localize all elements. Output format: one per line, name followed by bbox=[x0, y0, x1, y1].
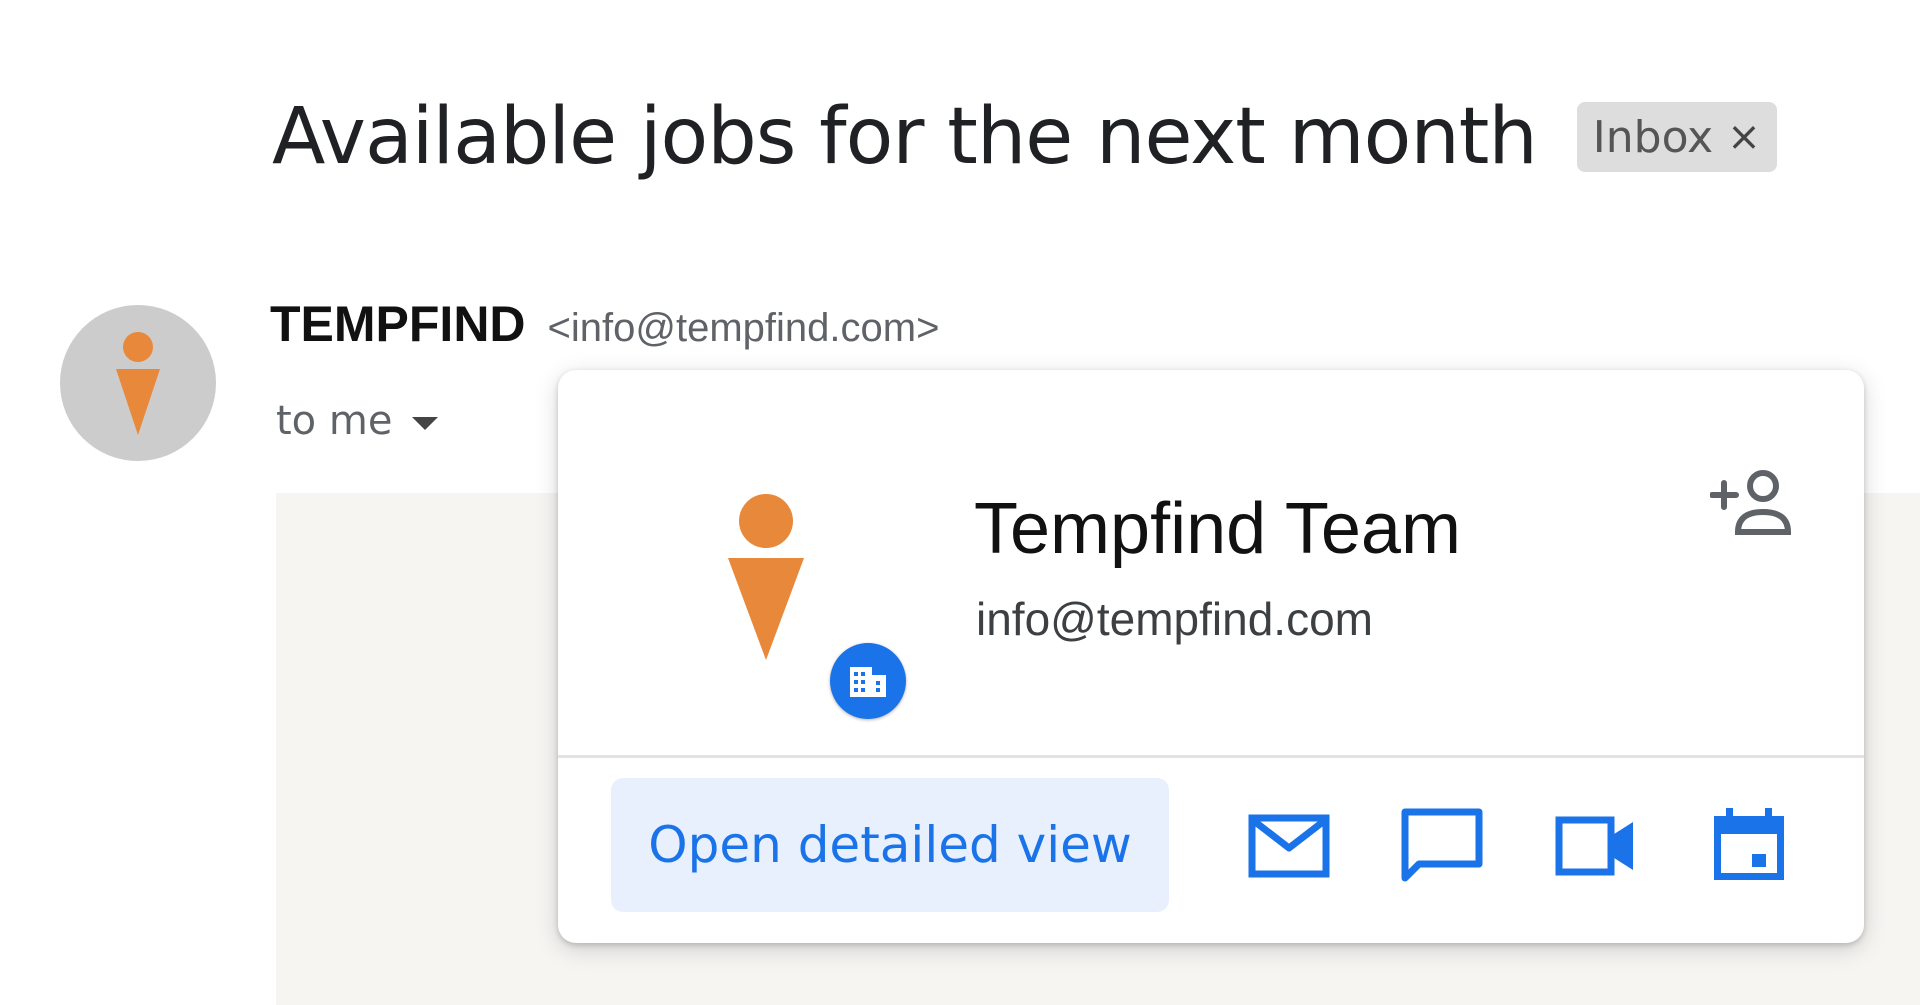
calendar-icon[interactable] bbox=[1708, 806, 1790, 884]
email-subject: Available jobs for the next month bbox=[272, 92, 1538, 182]
mail-icon[interactable] bbox=[1248, 806, 1330, 884]
recipient-text: to me bbox=[276, 398, 393, 444]
tempfind-logo-icon bbox=[728, 494, 804, 660]
organization-badge bbox=[830, 643, 906, 719]
email-view: Available jobs for the next month Inbox … bbox=[0, 0, 1920, 1005]
contact-name: Tempfind Team bbox=[974, 489, 1461, 569]
sender-email: <info@tempfind.com> bbox=[547, 306, 940, 350]
sender-name[interactable]: TEMPFIND bbox=[270, 295, 526, 353]
tempfind-logo-icon bbox=[116, 332, 160, 435]
chat-icon[interactable] bbox=[1401, 806, 1483, 884]
add-person-icon[interactable] bbox=[1710, 468, 1800, 538]
contact-hover-card: Tempfind Team info@tempfind.com Open det… bbox=[558, 370, 1864, 943]
thread-header: Available jobs for the next month Inbox … bbox=[272, 92, 1777, 182]
chevron-down-icon[interactable] bbox=[412, 416, 439, 430]
close-icon[interactable]: × bbox=[1727, 117, 1761, 157]
recipient-details-toggle[interactable]: to me bbox=[276, 398, 439, 444]
contact-email: info@tempfind.com bbox=[976, 593, 1373, 645]
building-icon bbox=[850, 667, 886, 697]
sender-avatar[interactable] bbox=[60, 305, 216, 461]
video-call-icon[interactable] bbox=[1555, 806, 1637, 884]
contact-card-actions: Open detailed view bbox=[558, 758, 1864, 943]
inbox-label-chip[interactable]: Inbox × bbox=[1576, 102, 1777, 172]
label-text: Inbox bbox=[1592, 111, 1714, 163]
contact-card-header: Tempfind Team info@tempfind.com bbox=[558, 370, 1864, 755]
sender-line: TEMPFIND <info@tempfind.com> bbox=[270, 295, 939, 353]
open-detailed-view-button[interactable]: Open detailed view bbox=[611, 778, 1169, 912]
